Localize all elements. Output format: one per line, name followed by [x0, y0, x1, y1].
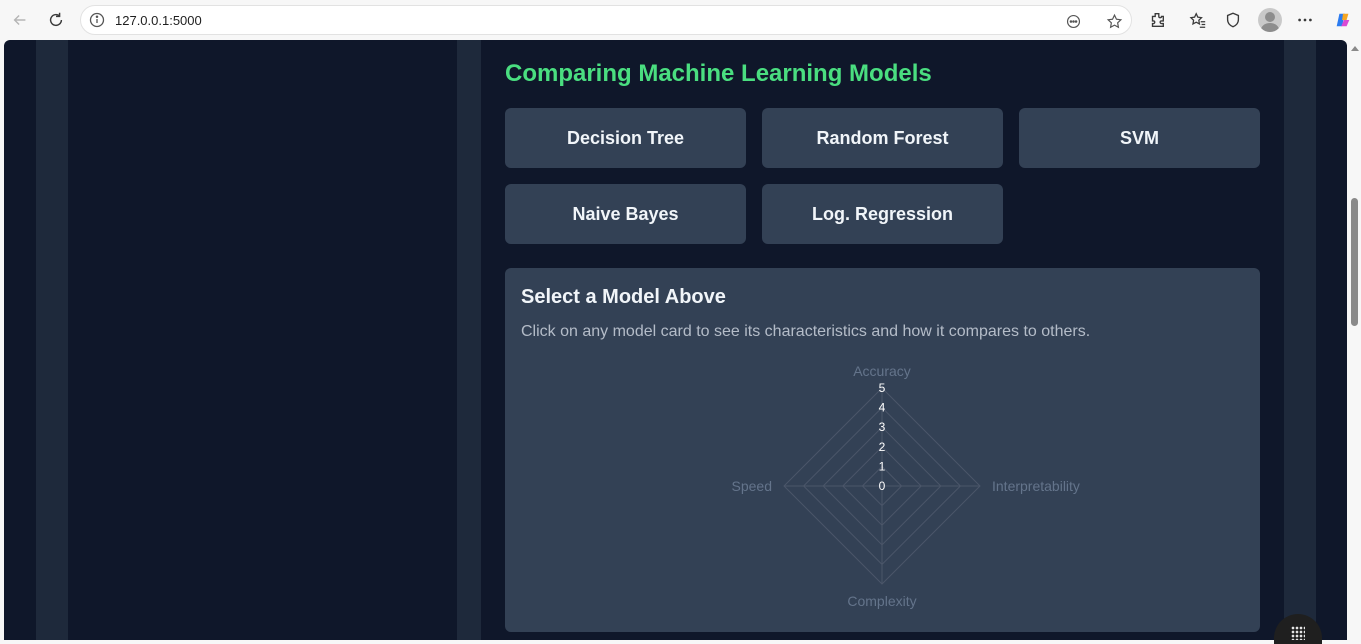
copilot-icon[interactable] [1331, 8, 1355, 32]
grid-dots-icon [1291, 626, 1305, 640]
radar-tick-label-0: 0 [879, 479, 886, 493]
reading-mode-icon[interactable] [1063, 11, 1083, 31]
page-viewport: Comparing Machine Learning Models Decisi… [4, 40, 1347, 640]
favorites-icon[interactable] [1186, 8, 1210, 32]
model-details-panel: Select a Model Above Click on any model … [505, 268, 1260, 632]
profile-avatar[interactable] [1258, 8, 1282, 32]
radar-tick-label-5: 5 [879, 381, 886, 395]
model-card-decision-tree[interactable]: Decision Tree [505, 108, 746, 168]
scroll-thumb[interactable] [1351, 198, 1358, 326]
back-icon[interactable] [8, 8, 32, 32]
url-text[interactable]: 127.0.0.1:5000 [115, 13, 202, 28]
radar-tick-label-2: 2 [879, 440, 886, 454]
right-gutter [1284, 40, 1316, 640]
left-gutter [36, 40, 68, 640]
scroll-up-arrow-icon[interactable] [1351, 46, 1359, 51]
address-bar[interactable]: 127.0.0.1:5000 [80, 5, 1132, 35]
more-icon[interactable] [1293, 8, 1317, 32]
radar-tick-label-1: 1 [879, 459, 886, 473]
radar-axis-label-complexity: Complexity [847, 593, 916, 609]
refresh-icon[interactable] [44, 8, 68, 32]
main-content: Comparing Machine Learning Models Decisi… [481, 40, 1284, 640]
middle-gutter [457, 40, 481, 640]
left-sidebar [68, 40, 457, 640]
model-card-naive-bayes[interactable]: Naive Bayes [505, 184, 746, 244]
model-card-random-forest[interactable]: Random Forest [762, 108, 1003, 168]
favorite-star-icon[interactable] [1104, 11, 1124, 31]
radar-axis-label-interpretability: Interpretability [992, 478, 1080, 494]
site-info-icon[interactable] [89, 12, 105, 28]
radar-axis-label-accuracy: Accuracy [853, 363, 911, 379]
page-scrollbar[interactable] [1348, 40, 1361, 640]
radar-tick-label-3: 3 [879, 420, 886, 434]
extensions-icon[interactable] [1145, 8, 1169, 32]
model-card-svm[interactable]: SVM [1019, 108, 1260, 168]
page-title: Comparing Machine Learning Models [505, 60, 932, 87]
browser-toolbar: 127.0.0.1:5000 [0, 0, 1361, 40]
radar-chart: AccuracyInterpretabilityComplexitySpeed … [732, 363, 1080, 609]
browser-essentials-icon[interactable] [1221, 8, 1245, 32]
model-card-log-regression[interactable]: Log. Regression [762, 184, 1003, 244]
radar-tick-label-4: 4 [879, 401, 886, 415]
radar-axis-label-speed: Speed [732, 478, 772, 494]
